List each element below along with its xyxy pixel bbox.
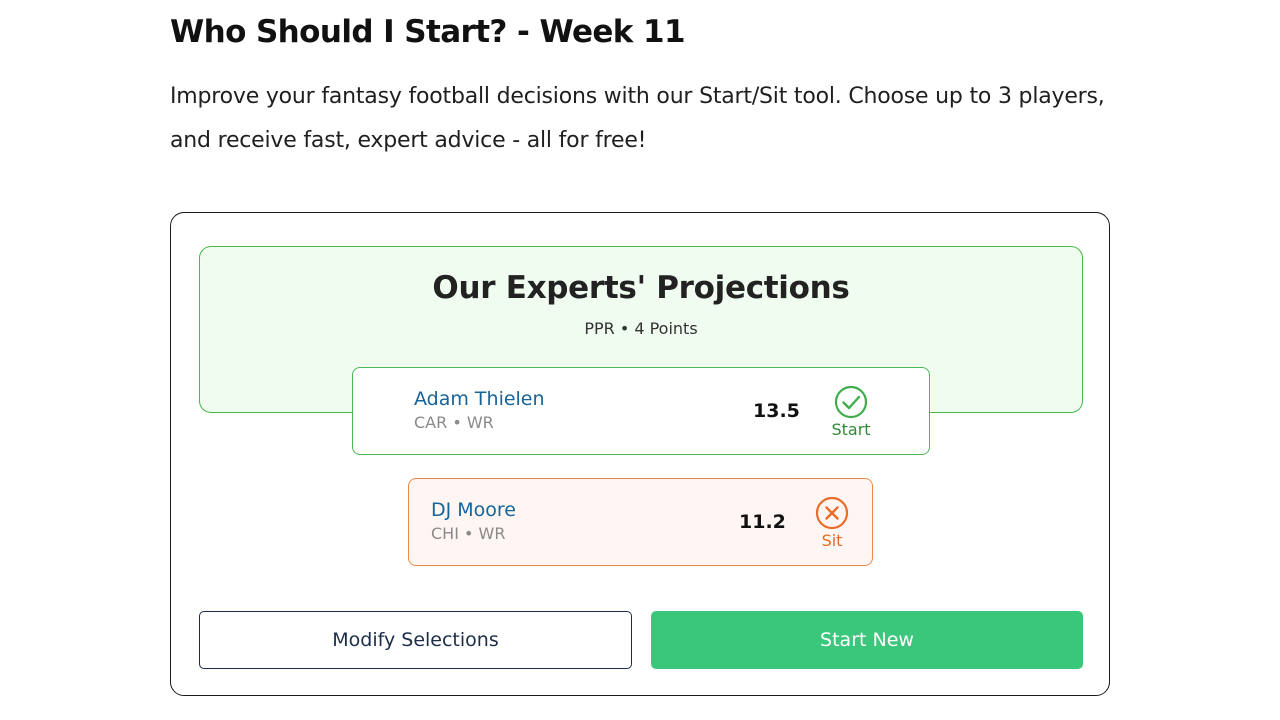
verdict-label: Sit (821, 531, 843, 550)
modify-selections-button[interactable]: Modify Selections (199, 611, 632, 669)
page: Who Should I Start? - Week 11 Improve yo… (0, 0, 1280, 720)
page-title: Who Should I Start? - Week 11 (170, 14, 686, 50)
player-projected-points: 11.2 (739, 511, 786, 533)
start-new-button[interactable]: Start New (651, 611, 1083, 669)
verdict-sit: Sit (797, 496, 867, 550)
player-name-link[interactable]: DJ Moore (431, 499, 516, 521)
player-card-sit: DJ Moore CHI • WR 11.2 Sit (408, 478, 873, 566)
player-card-start: Adam Thielen CAR • WR 13.5 Start (352, 367, 930, 455)
check-circle-icon (834, 385, 868, 419)
player-team-position: CAR • WR (414, 413, 494, 432)
scoring-format: PPR • 4 Points (584, 319, 698, 338)
player-name-link[interactable]: Adam Thielen (414, 388, 545, 410)
x-circle-icon (815, 496, 849, 530)
intro-text: Improve your fantasy football decisions … (170, 84, 1105, 153)
projections-title: Our Experts' Projections (432, 270, 850, 306)
player-projected-points: 13.5 (753, 400, 800, 422)
verdict-label: Start (831, 420, 871, 439)
player-team-position: CHI • WR (431, 524, 506, 543)
verdict-start: Start (816, 385, 886, 439)
